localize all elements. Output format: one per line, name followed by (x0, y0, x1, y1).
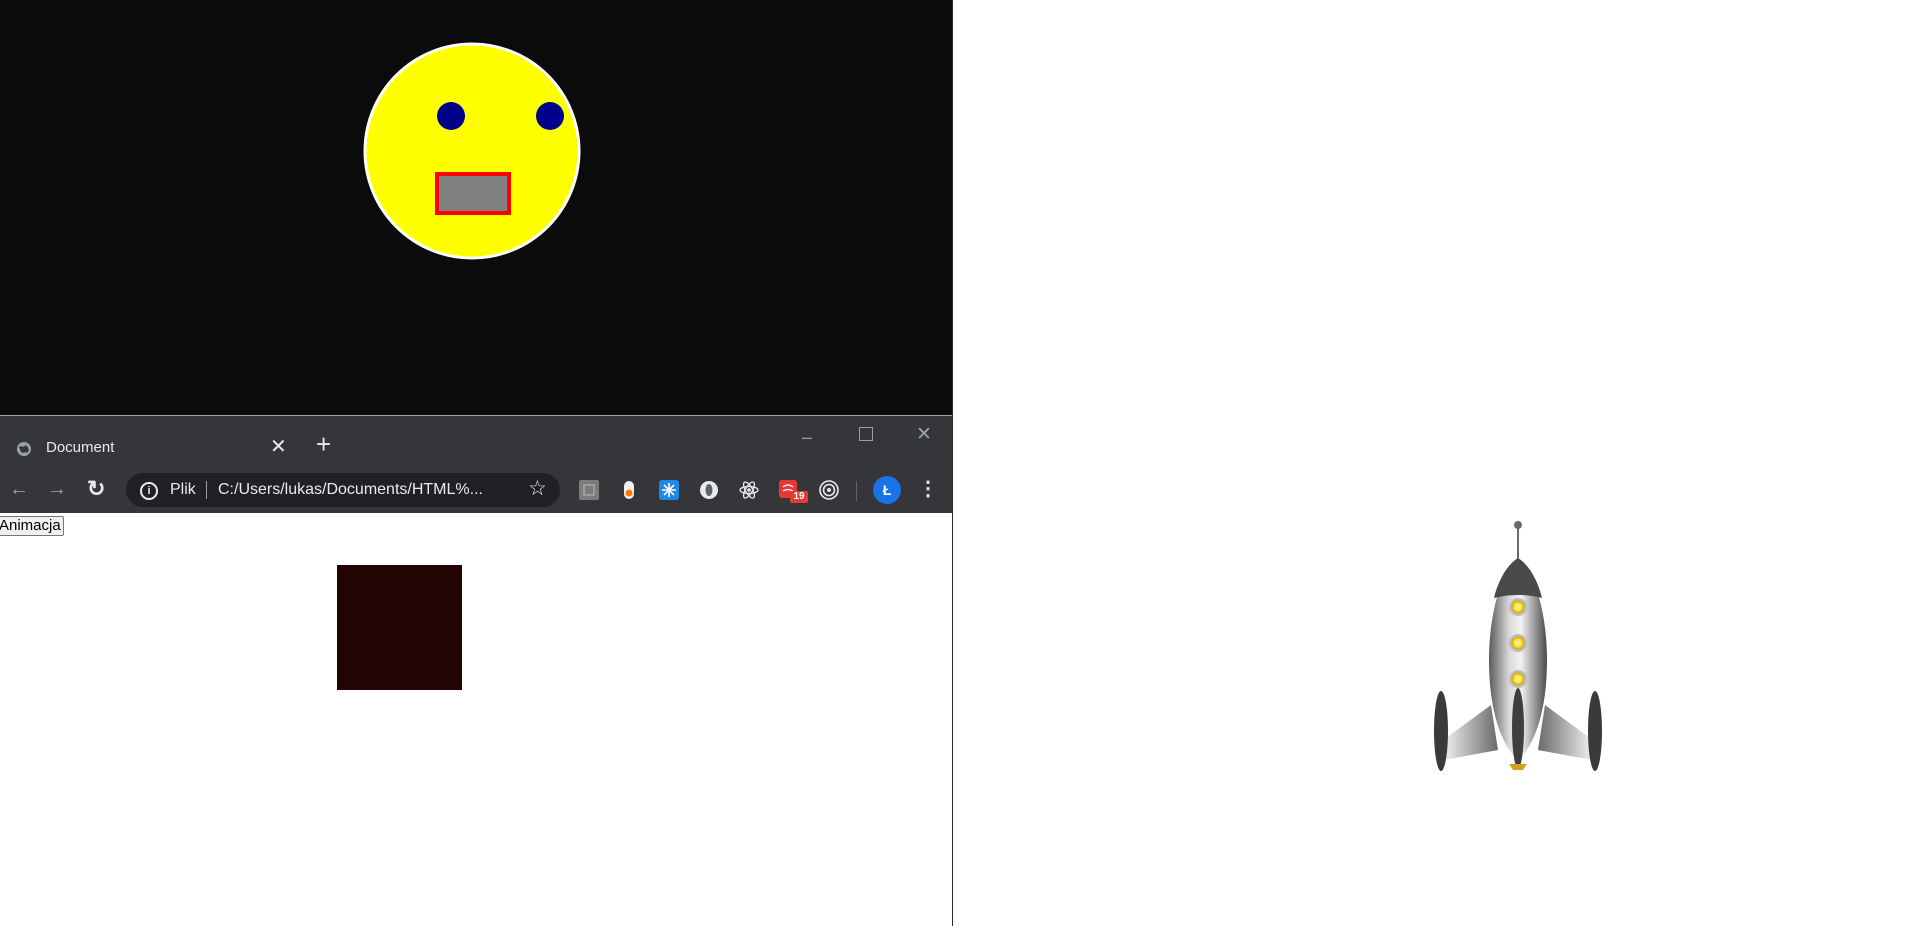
address-separator (206, 481, 207, 499)
back-icon[interactable]: ← (9, 479, 29, 499)
face-canvas (0, 0, 952, 415)
rocket-nose (1494, 558, 1542, 598)
browser-toolbar: ← → ↻ i Plik C:/Users/lukas/Documents/HT… (0, 468, 952, 513)
tab-document[interactable]: Document ✕ (0, 428, 300, 468)
calendar-extension-icon[interactable]: 19 (778, 479, 808, 503)
animation-button[interactable]: Animacja (0, 516, 64, 536)
target-extension-icon[interactable] (818, 479, 840, 501)
notification-badge: 19 (790, 491, 808, 503)
security-label: Plik (170, 481, 196, 498)
minimize-icon[interactable]: – (802, 428, 812, 446)
rocket-window (1511, 636, 1525, 650)
forward-icon[interactable]: → (47, 479, 67, 499)
circle-extension-icon[interactable] (698, 479, 720, 501)
left-eye (437, 102, 465, 130)
rocket-left-wing (1444, 705, 1498, 760)
browser-window: Document ✕ + – ✕ ← → ↻ i Plik C:/Users/l… (0, 416, 952, 926)
animated-box (337, 565, 462, 690)
rocket-right-wing (1538, 705, 1592, 760)
rocket-window (1511, 672, 1525, 686)
left-window: Document ✕ + – ✕ ← → ↻ i Plik C:/Users/l… (0, 0, 952, 926)
react-devtools-icon[interactable] (738, 479, 760, 501)
maximize-icon[interactable] (859, 427, 873, 441)
url-text[interactable]: C:/Users/lukas/Documents/HTML%... (218, 481, 483, 499)
rocket-left-fin (1434, 691, 1448, 771)
profile-avatar[interactable]: Ł (873, 476, 901, 504)
close-tab-icon[interactable]: ✕ (270, 436, 287, 458)
rocket-exhaust (1509, 764, 1527, 770)
rocket-window (1511, 600, 1525, 614)
gray-square-extension-icon[interactable] (578, 479, 600, 501)
page-content: Animacja (0, 513, 952, 926)
mouth (435, 172, 511, 215)
tab-strip: Document ✕ + – ✕ (0, 416, 952, 468)
reload-icon[interactable]: ↻ (87, 478, 105, 500)
globe-icon (17, 442, 31, 456)
bookmark-star-icon[interactable]: ☆ (528, 478, 547, 500)
face-drawing (363, 42, 581, 260)
rocket-antenna-tip (1514, 521, 1522, 529)
toggle-extension-icon[interactable] (618, 479, 640, 501)
rocket-center-fin (1512, 688, 1524, 768)
info-icon[interactable]: i (140, 482, 158, 500)
menu-icon[interactable]: ⋮ (918, 478, 938, 500)
tab-title: Document (46, 439, 115, 456)
face-circle (363, 42, 581, 260)
right-eye (536, 102, 564, 130)
rocket-drawing (1434, 521, 1602, 771)
rocket (1434, 521, 1602, 771)
address-bar[interactable]: i Plik C:/Users/lukas/Documents/HTML%...… (126, 473, 560, 507)
rocket-right-fin (1588, 691, 1602, 771)
new-tab-icon[interactable]: + (316, 431, 331, 457)
right-window (953, 0, 1908, 926)
snowflake-extension-icon[interactable] (658, 479, 680, 501)
toolbar-separator (856, 481, 857, 501)
close-window-icon[interactable]: ✕ (916, 425, 932, 444)
